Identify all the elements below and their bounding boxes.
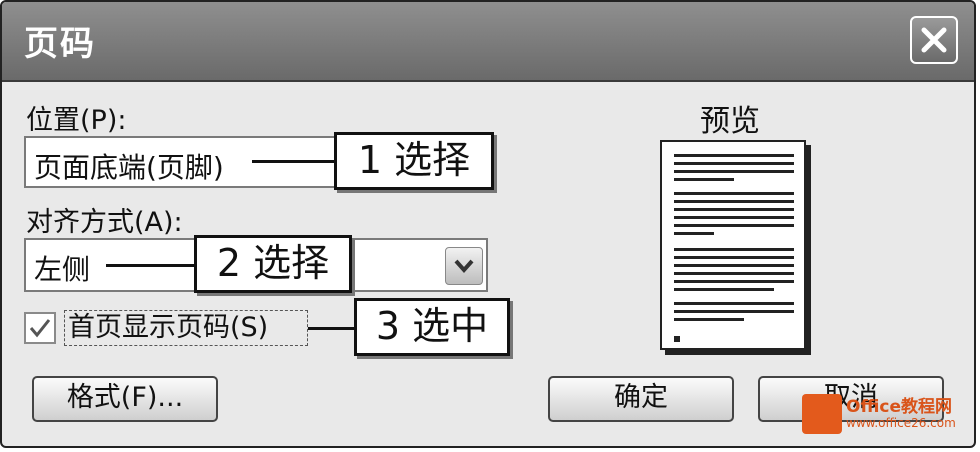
callout-3-pointer [308, 327, 358, 330]
watermark-brand: Office教程网 [846, 397, 953, 417]
preview-text-line [674, 264, 794, 267]
close-button[interactable] [910, 16, 958, 64]
preview-page [660, 140, 806, 350]
preview-title: 预览 [700, 104, 760, 139]
callout-2-pointer [106, 264, 198, 267]
title-bar: 页码 [2, 2, 974, 82]
callout-step-2: 2 选择 [194, 235, 352, 293]
watermark-url: www.office26.com [846, 416, 956, 430]
first-page-checkbox[interactable] [24, 312, 56, 344]
position-value: 页面底端(页脚) [34, 151, 224, 184]
preview-text-line [674, 154, 794, 157]
chevron-down-icon [454, 259, 474, 274]
close-icon [921, 27, 947, 53]
callout-step-3: 3 选中 [354, 298, 510, 356]
preview-text-line [674, 248, 794, 251]
preview-page-number-mark [674, 336, 680, 342]
preview-text-line [674, 200, 794, 203]
checkmark-icon [29, 319, 51, 338]
first-page-checkbox-label[interactable]: 首页显示页码(S) [64, 310, 308, 346]
dialog-title: 页码 [24, 24, 96, 64]
callout-1-pointer [252, 160, 336, 163]
alignment-value: 左侧 [34, 253, 91, 286]
preview-text-line [674, 178, 734, 181]
preview-text-line [674, 170, 794, 173]
preview-text-line [674, 310, 794, 313]
preview-text-line [674, 216, 794, 219]
preview-text-line [674, 224, 794, 227]
callout-step-1: 1 选择 [334, 132, 494, 190]
preview-text-line [674, 272, 794, 275]
page-number-dialog: 页码 位置(P): 页面底端(页脚) 对齐方式(A): 左侧 首页显示页码(S)… [0, 0, 976, 448]
format-button[interactable]: 格式(F)... [32, 376, 218, 422]
preview-text-line [674, 280, 794, 283]
preview-text-line [674, 318, 744, 321]
preview-text-line [674, 256, 794, 259]
preview-text-line [674, 192, 794, 195]
ok-button[interactable]: 确定 [548, 376, 734, 422]
preview-text-line [674, 208, 794, 211]
position-label: 位置(P): [26, 105, 127, 136]
alignment-label: 对齐方式(A): [26, 207, 183, 238]
preview-text-line [674, 288, 774, 291]
preview-text-line [674, 162, 794, 165]
watermark: Office教程网 www.office26.com [802, 388, 964, 440]
alignment-dropdown-button[interactable] [445, 247, 483, 285]
preview-text-line [674, 302, 794, 305]
office-logo-icon [802, 394, 842, 434]
preview-text-line [674, 232, 714, 235]
